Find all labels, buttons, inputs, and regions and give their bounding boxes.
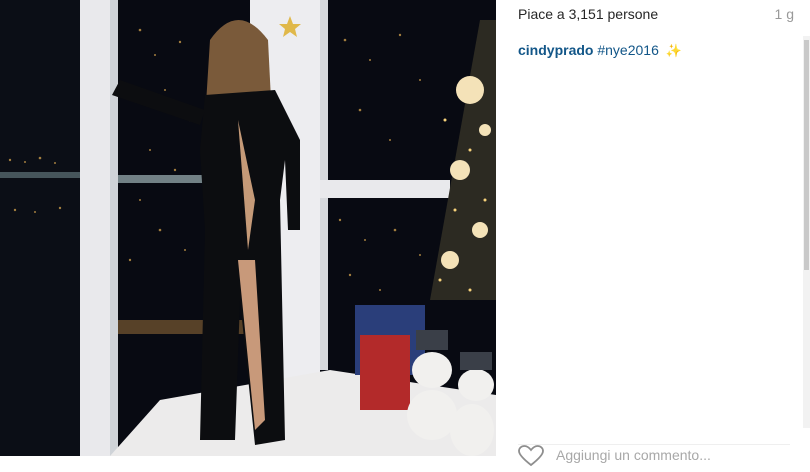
likes-count[interactable]: Piace a 3,151 persone — [518, 6, 658, 22]
post-timestamp[interactable]: 1 g — [775, 6, 794, 22]
post-sidebar: Piace a 3,151 persone 1 g cindyprado #ny… — [496, 0, 810, 467]
post-photo[interactable] — [0, 0, 496, 456]
scrollbar-thumb[interactable] — [804, 40, 809, 270]
photo-scene — [0, 0, 496, 456]
likes-row: Piace a 3,151 persone 1 g — [518, 6, 794, 22]
sparkles-icon: ✨ — [665, 43, 682, 58]
post-caption: cindyprado #nye2016 ✨ — [518, 41, 780, 60]
heart-icon[interactable] — [518, 445, 544, 467]
add-comment-row — [518, 444, 790, 469]
caption-username[interactable]: cindyprado — [518, 42, 593, 58]
instagram-post: Piace a 3,151 persone 1 g cindyprado #ny… — [0, 0, 810, 467]
caption-hashtag[interactable]: #nye2016 — [597, 42, 659, 58]
comment-input[interactable] — [556, 447, 776, 463]
comments-scrollbar[interactable] — [803, 36, 810, 428]
